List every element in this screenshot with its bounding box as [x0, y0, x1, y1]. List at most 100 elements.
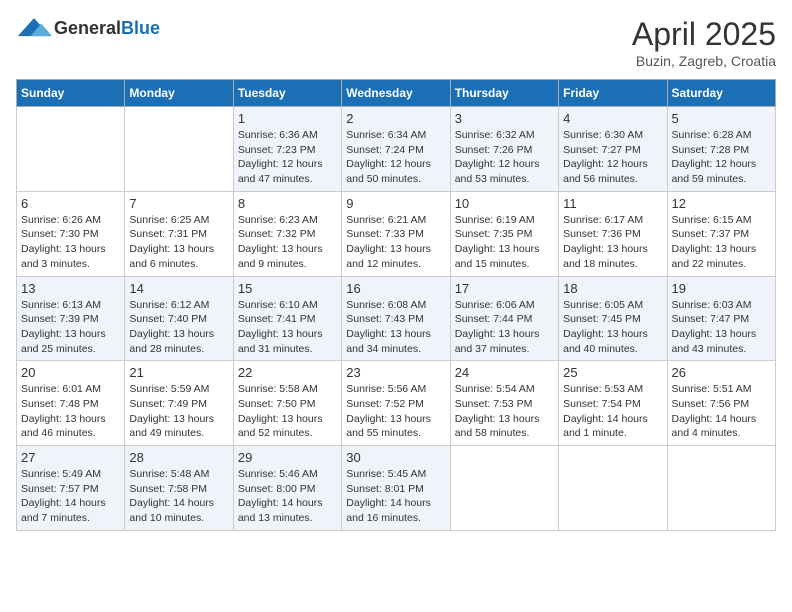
day-info: Sunrise: 6:05 AMSunset: 7:45 PMDaylight:… [563, 298, 662, 357]
day-info: Sunrise: 5:59 AMSunset: 7:49 PMDaylight:… [129, 382, 228, 441]
day-info: Sunrise: 6:34 AMSunset: 7:24 PMDaylight:… [346, 128, 445, 187]
weekday-header: Monday [125, 80, 233, 107]
day-info: Sunrise: 5:54 AMSunset: 7:53 PMDaylight:… [455, 382, 554, 441]
calendar-cell: 30 Sunrise: 5:45 AMSunset: 8:01 PMDayligh… [342, 446, 450, 531]
calendar-cell: 14 Sunrise: 6:12 AMSunset: 7:40 PMDayligh… [125, 276, 233, 361]
calendar-cell: 7 Sunrise: 6:25 AMSunset: 7:31 PMDaylight… [125, 191, 233, 276]
calendar-week-row: 13 Sunrise: 6:13 AMSunset: 7:39 PMDayligh… [17, 276, 776, 361]
calendar-cell: 18Sunrise: 6:05 AMSunset: 7:45 PMDayligh… [559, 276, 667, 361]
day-number: 9 [346, 196, 445, 211]
day-number: 12 [672, 196, 771, 211]
day-number: 22 [238, 365, 337, 380]
day-number: 8 [238, 196, 337, 211]
day-info: Sunrise: 6:08 AMSunset: 7:43 PMDaylight:… [346, 298, 445, 357]
day-info: Sunrise: 6:13 AMSunset: 7:39 PMDaylight:… [21, 298, 120, 357]
day-info: Sunrise: 6:19 AMSunset: 7:35 PMDaylight:… [455, 213, 554, 272]
weekday-header: Sunday [17, 80, 125, 107]
calendar-cell [17, 107, 125, 192]
calendar-table: SundayMondayTuesdayWednesdayThursdayFrid… [16, 79, 776, 531]
day-number: 10 [455, 196, 554, 211]
calendar-cell: 21 Sunrise: 5:59 AMSunset: 7:49 PMDayligh… [125, 361, 233, 446]
day-info: Sunrise: 6:12 AMSunset: 7:40 PMDaylight:… [129, 298, 228, 357]
day-info: Sunrise: 6:15 AMSunset: 7:37 PMDaylight:… [672, 213, 771, 272]
day-number: 29 [238, 450, 337, 465]
calendar-cell: 25 Sunrise: 5:53 AMSunset: 7:54 PMDayligh… [559, 361, 667, 446]
calendar-cell: 29 Sunrise: 5:46 AMSunset: 8:00 PMDayligh… [233, 446, 341, 531]
day-number: 5 [672, 111, 771, 126]
day-info: Sunrise: 5:46 AMSunset: 8:00 PMDaylight:… [238, 467, 337, 526]
calendar-cell [450, 446, 558, 531]
day-info: Sunrise: 6:26 AMSunset: 7:30 PMDaylight:… [21, 213, 120, 272]
day-info: Sunrise: 5:53 AMSunset: 7:54 PMDaylight:… [563, 382, 662, 441]
day-number: 16 [346, 281, 445, 296]
day-info: Sunrise: 6:01 AMSunset: 7:48 PMDaylight:… [21, 382, 120, 441]
weekday-header: Saturday [667, 80, 775, 107]
day-number: 26 [672, 365, 771, 380]
calendar-cell: 2 Sunrise: 6:34 AMSunset: 7:24 PMDaylight… [342, 107, 450, 192]
calendar-cell: 8 Sunrise: 6:23 AMSunset: 7:32 PMDaylight… [233, 191, 341, 276]
calendar-cell: 23Sunrise: 5:56 AMSunset: 7:52 PMDayligh… [342, 361, 450, 446]
calendar-cell: 17Sunrise: 6:06 AMSunset: 7:44 PMDayligh… [450, 276, 558, 361]
calendar-cell: 11Sunrise: 6:17 AMSunset: 7:36 PMDayligh… [559, 191, 667, 276]
calendar-cell: 27 Sunrise: 5:49 AMSunset: 7:57 PMDayligh… [17, 446, 125, 531]
day-number: 1 [238, 111, 337, 126]
calendar-cell [667, 446, 775, 531]
day-info: Sunrise: 6:25 AMSunset: 7:31 PMDaylight:… [129, 213, 228, 272]
day-info: Sunrise: 5:58 AMSunset: 7:50 PMDaylight:… [238, 382, 337, 441]
day-info: Sunrise: 6:23 AMSunset: 7:32 PMDaylight:… [238, 213, 337, 272]
calendar-cell [125, 107, 233, 192]
calendar-cell: 22 Sunrise: 5:58 AMSunset: 7:50 PMDayligh… [233, 361, 341, 446]
weekday-header: Friday [559, 80, 667, 107]
calendar-cell: 4 Sunrise: 6:30 AMSunset: 7:27 PMDaylight… [559, 107, 667, 192]
day-number: 14 [129, 281, 228, 296]
calendar-cell: 16 Sunrise: 6:08 AMSunset: 7:43 PMDayligh… [342, 276, 450, 361]
logo: GeneralBlue [16, 16, 160, 40]
calendar-week-row: 6 Sunrise: 6:26 AMSunset: 7:30 PMDaylight… [17, 191, 776, 276]
weekday-header: Tuesday [233, 80, 341, 107]
day-info: Sunrise: 6:21 AMSunset: 7:33 PMDaylight:… [346, 213, 445, 272]
day-number: 15 [238, 281, 337, 296]
day-info: Sunrise: 5:48 AMSunset: 7:58 PMDaylight:… [129, 467, 228, 526]
page-header: GeneralBlue April 2025 Buzin, Zagreb, Cr… [16, 16, 776, 69]
day-number: 24 [455, 365, 554, 380]
day-number: 20 [21, 365, 120, 380]
day-number: 7 [129, 196, 228, 211]
calendar-cell: 26 Sunrise: 5:51 AMSunset: 7:56 PMDayligh… [667, 361, 775, 446]
calendar-cell: 12 Sunrise: 6:15 AMSunset: 7:37 PMDayligh… [667, 191, 775, 276]
day-info: Sunrise: 6:36 AMSunset: 7:23 PMDaylight:… [238, 128, 337, 187]
calendar-cell [559, 446, 667, 531]
day-number: 4 [563, 111, 662, 126]
calendar-cell: 10 Sunrise: 6:19 AMSunset: 7:35 PMDayligh… [450, 191, 558, 276]
day-number: 11 [563, 196, 662, 211]
calendar-cell: 24 Sunrise: 5:54 AMSunset: 7:53 PMDayligh… [450, 361, 558, 446]
day-number: 25 [563, 365, 662, 380]
calendar-cell: 19 Sunrise: 6:03 AMSunset: 7:47 PMDayligh… [667, 276, 775, 361]
calendar-week-row: 1 Sunrise: 6:36 AMSunset: 7:23 PMDaylight… [17, 107, 776, 192]
day-info: Sunrise: 5:49 AMSunset: 7:57 PMDaylight:… [21, 467, 120, 526]
day-number: 2 [346, 111, 445, 126]
day-info: Sunrise: 6:03 AMSunset: 7:47 PMDaylight:… [672, 298, 771, 357]
calendar-header-row: SundayMondayTuesdayWednesdayThursdayFrid… [17, 80, 776, 107]
calendar-cell: 20 Sunrise: 6:01 AMSunset: 7:48 PMDayligh… [17, 361, 125, 446]
calendar-cell: 5 Sunrise: 6:28 AMSunset: 7:28 PMDaylight… [667, 107, 775, 192]
day-info: Sunrise: 6:28 AMSunset: 7:28 PMDaylight:… [672, 128, 771, 187]
day-number: 17 [455, 281, 554, 296]
day-number: 6 [21, 196, 120, 211]
calendar-cell: 28Sunrise: 5:48 AMSunset: 7:58 PMDayligh… [125, 446, 233, 531]
day-number: 27 [21, 450, 120, 465]
calendar-cell: 15Sunrise: 6:10 AMSunset: 7:41 PMDayligh… [233, 276, 341, 361]
day-number: 21 [129, 365, 228, 380]
logo-icon [16, 16, 52, 40]
weekday-header: Thursday [450, 80, 558, 107]
calendar-cell: 9 Sunrise: 6:21 AMSunset: 7:33 PMDaylight… [342, 191, 450, 276]
logo-blue: Blue [121, 18, 160, 38]
month-title: April 2025 [632, 16, 776, 53]
day-info: Sunrise: 5:45 AMSunset: 8:01 PMDaylight:… [346, 467, 445, 526]
day-number: 30 [346, 450, 445, 465]
day-number: 19 [672, 281, 771, 296]
day-info: Sunrise: 6:30 AMSunset: 7:27 PMDaylight:… [563, 128, 662, 187]
day-info: Sunrise: 5:51 AMSunset: 7:56 PMDaylight:… [672, 382, 771, 441]
calendar-week-row: 27 Sunrise: 5:49 AMSunset: 7:57 PMDayligh… [17, 446, 776, 531]
location: Buzin, Zagreb, Croatia [632, 53, 776, 69]
day-number: 13 [21, 281, 120, 296]
